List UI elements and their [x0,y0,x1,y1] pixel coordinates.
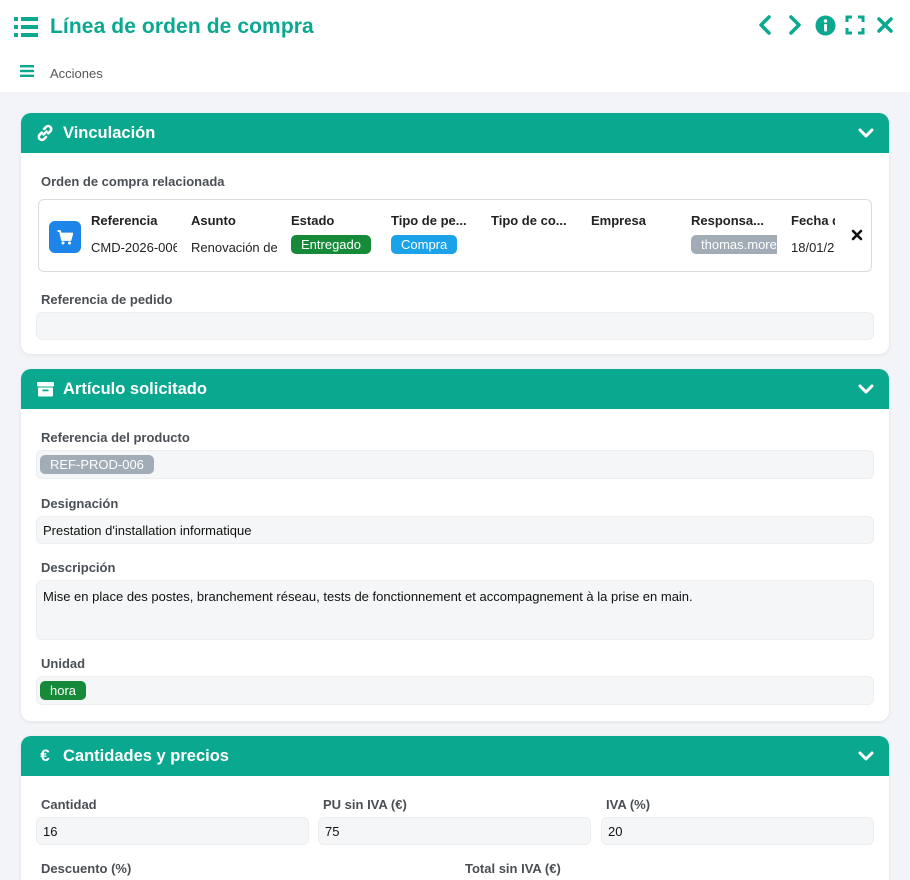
panel-title: Vinculación [63,123,156,142]
unidad-field[interactable]: hora [36,676,874,705]
close-icon[interactable] [874,12,896,38]
actions-menu[interactable]: Acciones [20,64,103,82]
remove-link-icon[interactable] [849,227,865,243]
pedido-field[interactable] [36,312,874,340]
column-header: Empresa [591,213,646,228]
designacion-label: Designación [41,496,119,511]
chevron-down-icon[interactable] [857,380,875,398]
cell-empresa [591,240,677,258]
product-ref-field[interactable]: REF-PROD-006 [36,450,874,479]
col-tipo-compra: Tipo de co... [491,213,577,258]
column-header: Tipo de pe... [391,213,467,228]
descripcion-label: Descripción [41,560,116,575]
cell-referencia: CMD-2026-006 [91,240,177,255]
unidad-tag: hora [40,681,87,700]
list-icon [14,14,40,40]
chevron-right-icon[interactable] [784,12,806,38]
designacion-field[interactable]: Prestation d'installation informatique [36,516,874,544]
col-fecha: Fecha d 18/01/2026 [791,213,835,258]
descuento-label: Descuento (%) [41,861,132,876]
chevron-down-icon[interactable] [857,747,875,765]
product-ref-tag: REF-PROD-006 [40,455,154,474]
panel-title: Artículo solicitado [63,379,207,398]
iva-label: IVA (%) [606,797,651,812]
column-header: Asunto [191,213,236,228]
chevron-left-icon[interactable] [754,12,776,38]
pedido-label: Referencia de pedido [41,292,173,307]
column-header: Referencia [91,213,158,228]
panel-cantidades-header[interactable]: € Cantidades y precios [21,736,889,776]
panel-articulo: Artículo solicitado Referencia del produ… [21,369,889,721]
page-title: Línea de orden de compra [50,15,314,38]
info-icon[interactable] [814,12,836,38]
product-ref-label: Referencia del producto [41,430,190,445]
col-tipo-pedido: Tipo de pe... Compra [391,213,477,257]
col-referencia: Referencia CMD-2026-006 [91,213,177,258]
related-order-label: Orden de compra relacionada [41,174,225,189]
panel-vinculacion-header[interactable]: Vinculación [21,113,889,153]
euro-icon: € [40,746,50,765]
expand-icon[interactable] [844,12,866,38]
panel-title: Cantidades y precios [63,746,229,765]
user-badge: thomas.moreau [691,235,777,254]
descripcion-field[interactable]: Mise en place des postes, branchement ré… [36,580,874,640]
cell-tipo-pedido: Compra [391,235,477,257]
type-badge: Compra [391,235,458,254]
cell-tipo-compra [491,240,577,258]
unidad-label: Unidad [41,656,86,671]
pu-label: PU sin IVA (€) [323,797,407,812]
column-header: Responsa... [691,213,764,228]
col-responsable: Responsa... thomas.moreau [691,213,777,257]
cell-fecha: 18/01/2026 [791,240,835,255]
column-header: Estado [291,213,335,228]
hamburger-icon [20,64,36,82]
panel-cantidades: € Cantidades y precios Cantidad 16 PU si… [21,736,889,880]
link-icon [35,123,55,143]
panel-articulo-header[interactable]: Artículo solicitado [21,369,889,409]
cantidad-label: Cantidad [41,797,97,812]
cell-estado: Entregado [291,235,377,257]
actions-label: Acciones [50,65,103,81]
col-empresa: Empresa [591,213,677,258]
window-header: Línea de orden de compra Acciones [0,0,910,92]
iva-field[interactable]: 20 [601,817,874,845]
title-row: Línea de orden de compra [14,12,314,42]
column-header: Tipo de co... [491,213,567,228]
cart-icon[interactable] [49,221,81,253]
chevron-down-icon[interactable] [857,124,875,142]
column-header: Fecha d [791,213,835,228]
cantidad-field[interactable]: 16 [36,817,309,845]
col-asunto: Asunto Renovación del [191,213,277,258]
cell-asunto: Renovación del [191,240,277,255]
total-label: Total sin IVA (€) [465,861,561,876]
box-icon [35,379,55,399]
cell-responsable: thomas.moreau [691,235,777,257]
pu-field[interactable]: 75 [318,817,591,845]
window-controls [754,12,896,38]
related-order-card[interactable]: Referencia CMD-2026-006 Asunto Renovació… [38,199,872,272]
status-badge: Entregado [291,235,371,254]
col-estado: Estado Entregado [291,213,377,257]
panel-vinculacion: Vinculación Orden de compra relacionada … [21,113,889,354]
